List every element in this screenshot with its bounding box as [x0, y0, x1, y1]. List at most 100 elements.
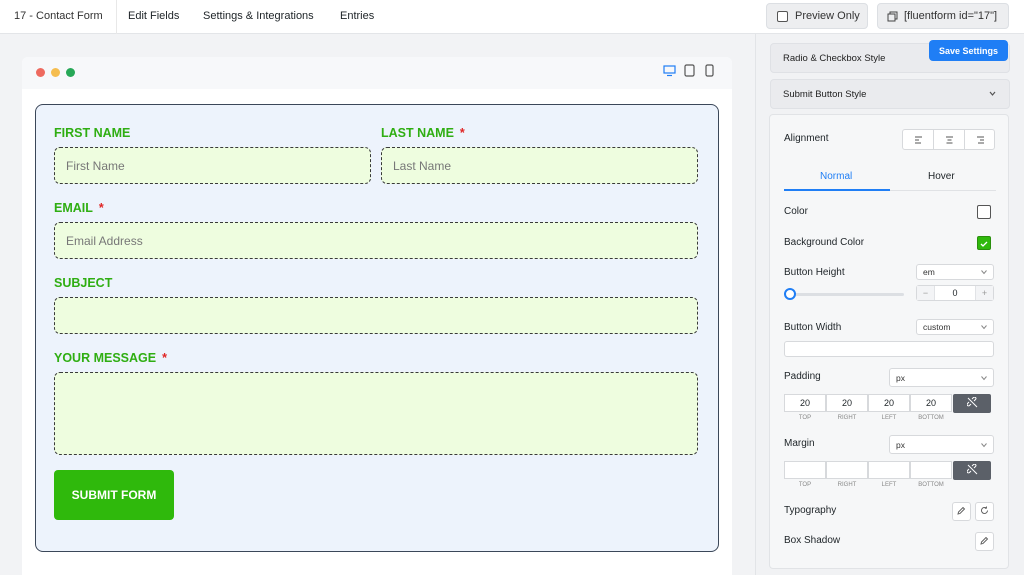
padding-bottom-input[interactable]: 20 — [910, 394, 952, 412]
pencil-icon — [957, 506, 966, 517]
slider-handle[interactable] — [784, 288, 796, 300]
edit-box-shadow-button[interactable] — [975, 532, 994, 551]
active-tab-indicator — [784, 189, 890, 191]
chevron-down-icon — [988, 89, 997, 101]
padding-link-button[interactable] — [953, 394, 991, 413]
subject-label: SUBJECT — [54, 276, 113, 290]
margin-right-input[interactable] — [826, 461, 868, 479]
padding-left-input[interactable]: 20 — [868, 394, 910, 412]
margin-link-button[interactable] — [953, 461, 991, 480]
button-width-unit-select[interactable]: custom — [916, 319, 994, 335]
alignment-group — [902, 129, 995, 150]
chevron-down-icon — [980, 441, 988, 451]
side-caption: BOTTOM — [918, 482, 944, 488]
divider — [116, 0, 117, 34]
pencil-icon — [980, 536, 989, 547]
minimize-dot — [51, 68, 60, 77]
unlink-icon — [966, 462, 978, 480]
shortcode-copy-button[interactable]: [fluentform id="17"] — [877, 3, 1009, 29]
contact-form: FIRST NAME LAST NAME * First Name Last Na… — [35, 104, 719, 552]
side-caption: LEFT — [881, 415, 897, 421]
required-mark: * — [162, 351, 167, 365]
margin-bottom-input[interactable] — [910, 461, 952, 479]
margin-unit-select[interactable]: px — [889, 435, 994, 454]
button-width-label: Button Width — [784, 322, 842, 333]
submit-button-style-section[interactable]: Submit Button Style — [770, 79, 1010, 109]
align-right-icon[interactable] — [965, 130, 996, 149]
alignment-label: Alignment — [784, 133, 829, 144]
box-shadow-label: Box Shadow — [784, 535, 841, 546]
state-tabs: Normal Hover — [784, 165, 996, 191]
last-name-input[interactable]: Last Name — [381, 147, 698, 184]
align-center-icon[interactable] — [934, 130, 965, 149]
button-height-slider[interactable] — [790, 293, 904, 296]
margin-label: Margin — [784, 438, 815, 449]
side-caption: BOTTOM — [918, 415, 944, 421]
button-height-stepper[interactable]: − 0 + — [916, 285, 994, 301]
margin-top-input[interactable] — [784, 461, 826, 479]
top-bar: 17 - Contact Form Edit Fields Settings &… — [0, 0, 1024, 34]
reset-typography-button[interactable] — [975, 502, 994, 521]
close-dot — [36, 68, 45, 77]
padding-right-input[interactable]: 20 — [826, 394, 868, 412]
side-caption: TOP — [798, 482, 812, 488]
submit-button-style-card: Alignment Normal Hover Color Background … — [769, 114, 1009, 569]
message-label: YOUR MESSAGE * — [54, 351, 167, 365]
side-caption: LEFT — [881, 482, 897, 488]
button-height-value[interactable]: 0 — [935, 288, 975, 298]
email-label: EMAIL * — [54, 201, 104, 215]
tab-hover[interactable]: Hover — [928, 171, 955, 182]
save-settings-button[interactable]: Save Settings — [929, 40, 1008, 61]
desktop-icon[interactable] — [663, 64, 676, 82]
margin-left-input[interactable] — [868, 461, 910, 479]
first-name-input[interactable]: First Name — [54, 147, 371, 184]
last-name-label: LAST NAME * — [381, 126, 465, 140]
email-input[interactable]: Email Address — [54, 222, 698, 259]
padding-top-input[interactable]: 20 — [784, 394, 826, 412]
copy-icon — [887, 11, 898, 25]
mobile-icon[interactable] — [705, 64, 714, 82]
chevron-down-icon — [980, 323, 988, 333]
preview-label: Preview Only — [795, 10, 860, 22]
align-left-icon[interactable] — [903, 130, 934, 149]
side-caption: RIGHT — [837, 482, 857, 488]
chevron-down-icon — [980, 374, 988, 384]
preview-only-button[interactable]: Preview Only — [766, 3, 868, 29]
reset-icon — [980, 506, 989, 517]
color-swatch[interactable] — [977, 205, 991, 219]
nav-edit-fields[interactable]: Edit Fields — [128, 10, 179, 22]
chevron-down-icon — [980, 268, 988, 278]
padding-label: Padding — [784, 371, 821, 382]
padding-unit-select[interactable]: px — [889, 368, 994, 387]
typography-label: Typography — [784, 505, 837, 516]
side-caption: RIGHT — [837, 415, 857, 421]
preview-checkbox[interactable] — [777, 11, 788, 22]
unlink-icon — [966, 395, 978, 413]
button-height-unit-select[interactable]: em — [916, 264, 994, 280]
first-name-label: FIRST NAME — [54, 126, 131, 140]
form-title: 17 - Contact Form — [14, 10, 103, 22]
nav-entries[interactable]: Entries — [340, 10, 374, 22]
subject-input[interactable] — [54, 297, 698, 334]
section-title: Submit Button Style — [783, 89, 867, 100]
button-height-label: Button Height — [784, 267, 845, 278]
shortcode-text: [fluentform id="17"] — [904, 10, 998, 22]
background-color-label: Background Color — [784, 237, 865, 248]
required-mark: * — [98, 201, 104, 215]
background-color-swatch[interactable] — [977, 236, 991, 250]
message-textarea[interactable] — [54, 372, 698, 455]
color-label: Color — [784, 206, 808, 217]
maximize-dot — [66, 68, 75, 77]
increment-button[interactable]: + — [975, 286, 993, 300]
submit-form-button[interactable]: SUBMIT FORM — [54, 470, 174, 520]
nav-settings-integrations[interactable]: Settings & Integrations — [203, 10, 314, 22]
tablet-icon[interactable] — [684, 64, 695, 82]
side-caption: TOP — [798, 415, 812, 421]
button-width-input[interactable] — [784, 341, 994, 357]
tab-normal[interactable]: Normal — [820, 171, 852, 182]
decrement-button[interactable]: − — [917, 286, 935, 300]
edit-typography-button[interactable] — [952, 502, 971, 521]
section-title: Radio & Checkbox Style — [783, 53, 886, 64]
required-mark: * — [459, 126, 465, 140]
form-preview-canvas: FIRST NAME LAST NAME * First Name Last Na… — [22, 57, 732, 575]
